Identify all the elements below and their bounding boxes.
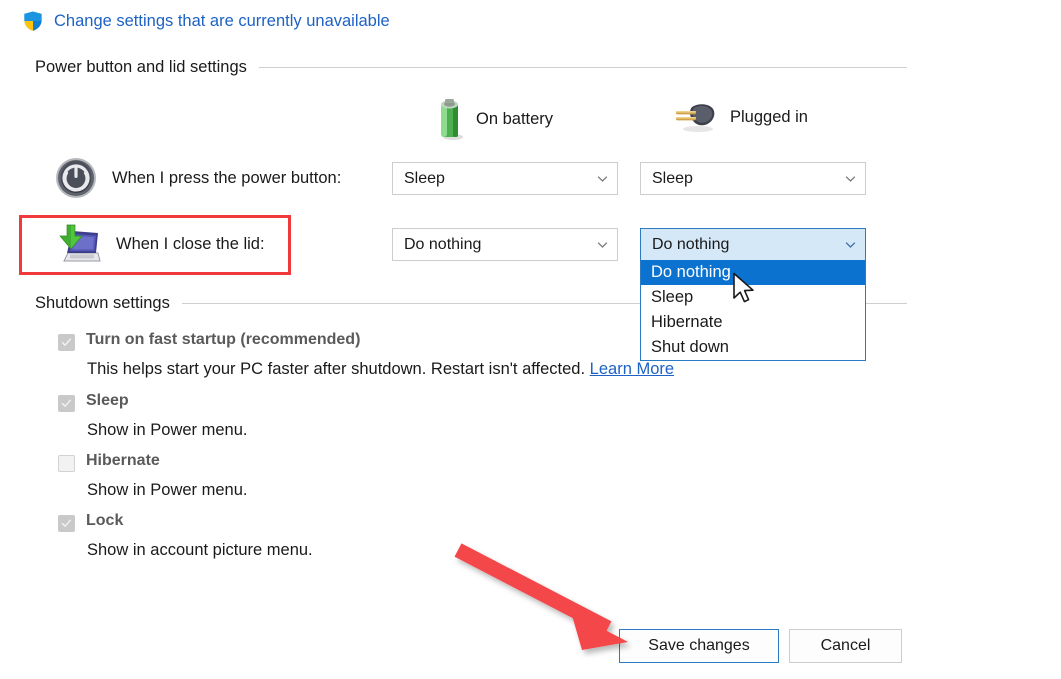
power-button-row-label: When I press the power button: [112,168,342,187]
column-headers: On battery Plugged in [0,98,1061,140]
shield-icon [24,11,42,31]
checkbox-sleep[interactable] [58,395,75,412]
column-header-plugged-in: Plugged in [672,100,808,134]
checkbox-row-sleep[interactable]: Sleep [58,392,129,412]
checkbox-description-hibernate: Show in Power menu. [87,481,248,500]
power-button-row-label-group: When I press the power button: [54,155,341,201]
checkbox-label-lock: Lock [86,512,124,529]
power-options-page: Change settings that are currently unava… [0,0,1061,679]
description-text: Show in Power menu. [87,481,248,499]
combo-value: Sleep [404,169,445,187]
checkbox-label-hibernate: Hibernate [86,452,160,469]
checkbox-description-sleep: Show in Power menu. [87,421,248,440]
change-unavailable-settings-link-row[interactable]: Change settings that are currently unava… [22,10,390,32]
checkbox-lock[interactable] [58,515,75,532]
column-header-on-battery: On battery [436,98,553,140]
checkmark-icon [61,519,72,527]
combo-value: Do nothing [404,235,482,253]
description-text: Show in account picture menu. [87,541,313,559]
learn-more-link[interactable]: Learn More [590,360,674,378]
battery-icon [441,99,463,140]
combo-close-lid-on-battery[interactable]: Do nothing [392,228,618,261]
checkbox-row-lock[interactable]: Lock [58,512,123,532]
checkbox-row-fast-startup[interactable]: Turn on fast startup (recommended) [58,331,360,351]
section-title-power-lid: Power button and lid settings [35,58,247,76]
combo-value: Do nothing [652,235,730,253]
checkbox-hibernate[interactable] [58,455,75,472]
dropdown-list-close-lid-plugged-in[interactable]: Do nothing Sleep Hibernate Shut down [640,260,866,361]
section-header-power-lid: Power button and lid settings [35,58,907,77]
save-changes-button[interactable]: Save changes [619,629,779,663]
dropdown-option[interactable]: Shut down [641,335,865,360]
chevron-down-icon [597,176,608,182]
chevron-down-icon [845,176,856,182]
change-unavailable-settings-link[interactable]: Change settings that are currently unava… [54,10,390,32]
description-text: Show in Power menu. [87,421,248,439]
checkmark-icon [61,399,72,407]
power-plug-icon [676,104,715,132]
section-title-shutdown: Shutdown settings [35,294,170,312]
checkbox-description-fast-startup: This helps start your PC faster after sh… [87,360,674,379]
checkbox-description-lock: Show in account picture menu. [87,541,313,560]
power-button-icon [56,158,96,198]
section-divider [258,67,907,68]
cancel-button[interactable]: Cancel [789,629,902,663]
checkbox-label-fast-startup: Turn on fast startup (recommended) [86,331,361,348]
combo-value: Sleep [652,169,693,187]
chevron-down-icon [845,242,856,248]
checkbox-label-sleep: Sleep [86,392,129,409]
chevron-down-icon [597,242,608,248]
checkmark-icon [61,338,72,346]
combo-power-button-on-battery[interactable]: Sleep [392,162,618,195]
close-lid-row-label: When I close the lid: [116,234,265,253]
description-text: This helps start your PC faster after sh… [87,360,586,378]
dropdown-option[interactable]: Do nothing [641,260,865,285]
column-label-on-battery: On battery [476,109,554,128]
dropdown-option[interactable]: Sleep [641,285,865,310]
dropdown-option[interactable]: Hibernate [641,310,865,335]
combo-power-button-plugged-in[interactable]: Sleep [640,162,866,195]
checkbox-row-hibernate[interactable]: Hibernate [58,452,160,472]
close-lid-row-label-group: When I close the lid: [54,221,265,267]
laptop-lid-icon [59,224,101,262]
combo-close-lid-plugged-in[interactable]: Do nothing [640,228,866,261]
column-label-plugged-in: Plugged in [730,107,808,126]
checkbox-fast-startup[interactable] [58,334,75,351]
